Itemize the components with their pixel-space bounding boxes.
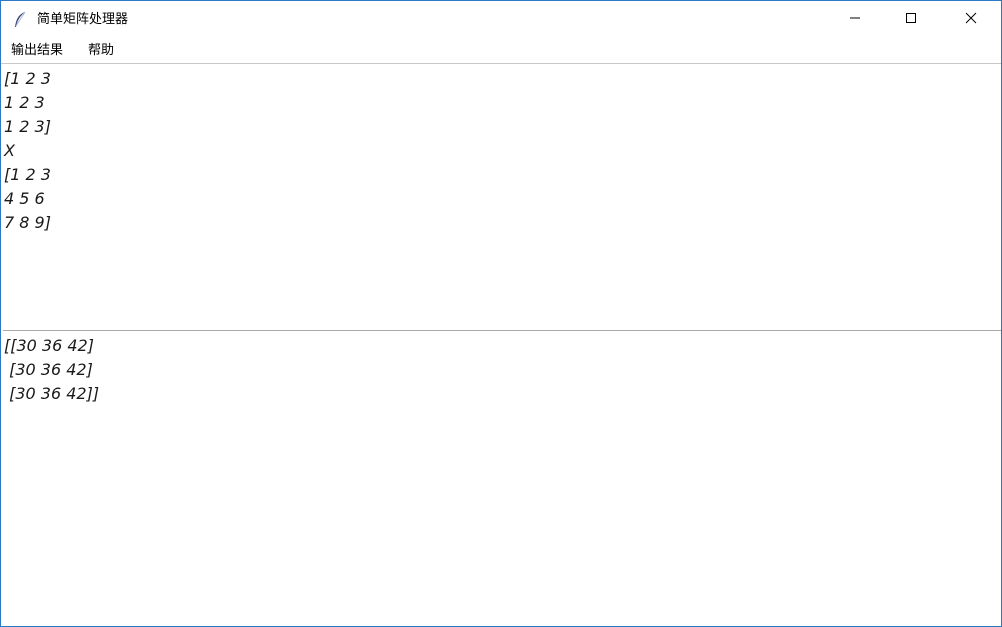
app-window: 简单矩阵处理器 输出结果 帮助 [1 2 3 1 2 3 1 2 3] X [1… <box>0 0 1002 627</box>
input-text-area[interactable]: [1 2 3 1 2 3 1 2 3] X [1 2 3 4 5 6 7 8 9… <box>3 65 1001 331</box>
input-line: 4 5 6 <box>4 189 45 208</box>
input-line: 1 2 3 <box>4 93 45 112</box>
output-text-area[interactable]: [[30 36 42] [30 36 42] [30 36 42]] <box>3 332 1001 626</box>
output-line: [[30 36 42] <box>4 336 94 355</box>
maximize-button[interactable] <box>888 1 934 39</box>
input-line: 1 2 3] <box>4 117 51 136</box>
close-icon <box>965 11 977 29</box>
output-line: [30 36 42] <box>4 360 93 379</box>
window-title: 简单矩阵处理器 <box>37 12 129 27</box>
menu-bar: 输出结果 帮助 <box>1 39 1001 64</box>
feather-icon <box>13 11 27 29</box>
input-line: [1 2 3 <box>4 165 51 184</box>
menu-help[interactable]: 帮助 <box>87 42 115 60</box>
title-bar[interactable]: 简单矩阵处理器 <box>1 1 1001 39</box>
menu-output-results[interactable]: 输出结果 <box>10 42 64 60</box>
minimize-button[interactable] <box>832 1 878 39</box>
close-button[interactable] <box>948 1 994 39</box>
minimize-icon <box>849 11 861 29</box>
maximize-icon <box>905 11 917 29</box>
input-line: 7 8 9] <box>4 213 51 232</box>
input-line: [1 2 3 <box>4 69 51 88</box>
input-line: X <box>4 141 15 160</box>
output-line: [30 36 42]] <box>4 384 100 403</box>
